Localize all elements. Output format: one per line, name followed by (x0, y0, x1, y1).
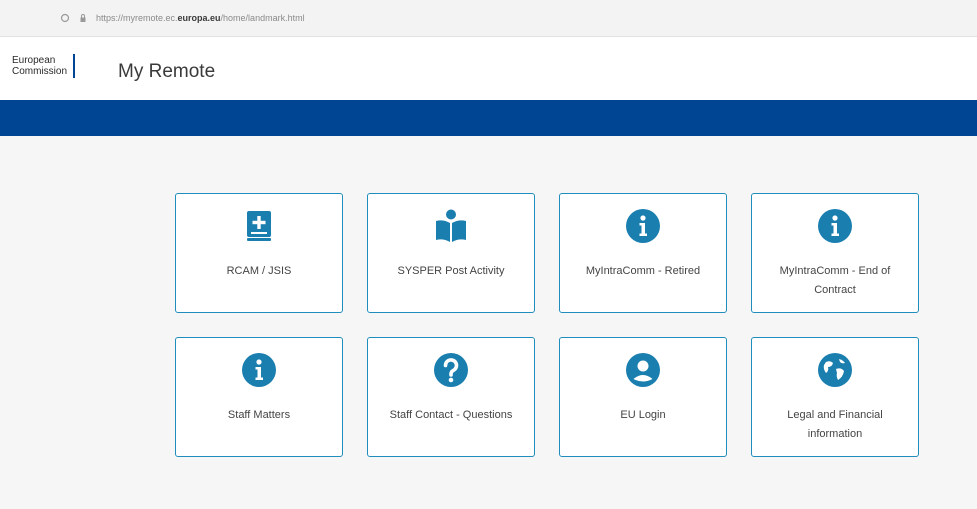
info-icon (242, 353, 276, 387)
user-icon (626, 353, 660, 387)
tile-eu-login[interactable]: EU Login (559, 337, 727, 457)
tile-rcam-jsis[interactable]: RCAM / JSIS (175, 193, 343, 313)
reader-icon (436, 209, 466, 242)
tile-staff-matters[interactable]: Staff Matters (175, 337, 343, 457)
logo-text: European Commission (12, 55, 68, 77)
tile-myintracomm-end-of-contract[interactable]: MyIntraComm - End of Contract (751, 193, 919, 313)
info-icon (818, 209, 852, 243)
tile-sysper-post-activity[interactable]: SYSPER Post Activity (367, 193, 535, 313)
tile-label: MyIntraComm - Retired (585, 265, 701, 277)
tile-label: EU Login (620, 409, 666, 421)
tile-label: MyIntraComm - End of Contract (779, 265, 891, 296)
tile-label: RCAM / JSIS (226, 265, 292, 277)
browser-address-bar: https://myremote.ec.europa.eu/home/landm… (0, 0, 977, 37)
shield-icon (60, 13, 70, 23)
page-title: My Remote (118, 61, 216, 82)
medical-book-icon (247, 211, 271, 241)
tile-label: Staff Contact - Questions (389, 409, 513, 421)
tile-myintracomm-retired[interactable]: MyIntraComm - Retired (559, 193, 727, 313)
question-icon (434, 353, 468, 387)
url-text[interactable]: https://myremote.ec.europa.eu/home/landm… (96, 13, 305, 23)
tile-staff-contact-questions[interactable]: Staff Contact - Questions (367, 337, 535, 457)
tile-legal-financial-information[interactable]: Legal and Financial information (751, 337, 919, 457)
page-header: European Commission My Remote (0, 37, 977, 101)
european-commission-logo[interactable]: European Commission (12, 54, 76, 78)
logo-divider (73, 54, 76, 78)
tile-label: Staff Matters (227, 409, 291, 421)
lock-icon[interactable] (78, 13, 88, 23)
tile-label: SYSPER Post Activity (397, 265, 505, 277)
navigation-bar (0, 100, 977, 136)
info-icon (626, 209, 660, 243)
url-bar[interactable]: https://myremote.ec.europa.eu/home/landm… (60, 8, 940, 28)
globe-icon (818, 353, 852, 387)
tile-label: Legal and Financial information (787, 409, 883, 440)
